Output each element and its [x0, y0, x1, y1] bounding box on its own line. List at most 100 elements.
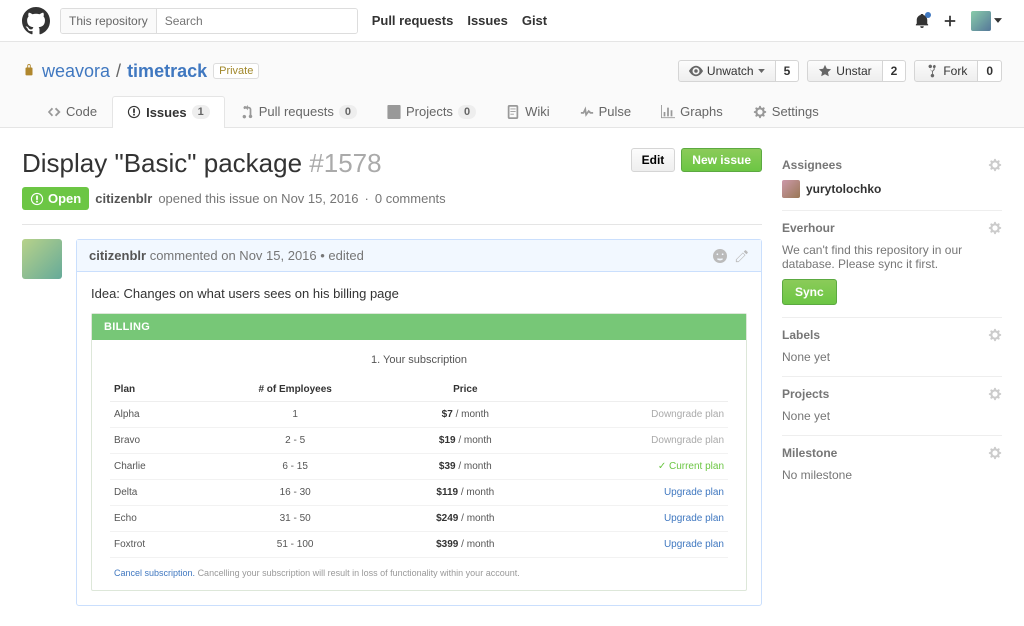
notifications-icon[interactable]	[915, 14, 929, 28]
issue-title: Display "Basic" package #1578	[22, 148, 382, 179]
tab-issues[interactable]: Issues1	[112, 96, 225, 128]
issue-number: #1578	[309, 148, 381, 178]
assignee-item[interactable]: yurytolochko	[782, 180, 1002, 198]
watch-button-group: Unwatch 5	[678, 60, 799, 82]
tab-projects[interactable]: Projects0	[372, 96, 491, 127]
table-row: Echo31 - 50$249 / monthUpgrade plan	[110, 506, 728, 532]
milestone-none: No milestone	[782, 468, 1002, 482]
search-scope[interactable]: This repository	[61, 9, 157, 33]
cancel-subscription-link[interactable]: Cancel subscription.	[114, 568, 195, 578]
plan-action: Downgrade plan	[651, 435, 724, 446]
repo-header: weavora / timetrack Private Unwatch 5	[0, 42, 1024, 128]
comment-edited-flag[interactable]: • edited	[320, 248, 364, 263]
unstar-button[interactable]: Unstar	[807, 60, 882, 82]
nav-gist[interactable]: Gist	[522, 13, 547, 28]
gear-icon[interactable]	[988, 328, 1002, 342]
tab-pull-requests[interactable]: Pull requests0	[225, 96, 372, 127]
issue-comments-count: 0 comments	[375, 191, 446, 206]
plan-name: Alpha	[110, 402, 201, 428]
star-count[interactable]: 2	[883, 60, 907, 82]
sync-button[interactable]: Sync	[782, 279, 837, 305]
private-badge: Private	[213, 63, 259, 79]
labels-none: None yet	[782, 350, 1002, 364]
github-logo-icon[interactable]	[22, 7, 50, 35]
plan-employees: 2 - 5	[201, 428, 388, 454]
edit-comment-icon[interactable]	[735, 249, 749, 263]
th-price: Price	[389, 378, 542, 402]
fork-count[interactable]: 0	[978, 60, 1002, 82]
tab-graphs[interactable]: Graphs	[646, 96, 738, 127]
billing-screenshot: BILLING 1. Your subscription Plan # of E…	[91, 313, 747, 591]
global-header: This repository Pull requests Issues Gis…	[0, 0, 1024, 42]
nav-pull-requests[interactable]: Pull requests	[372, 13, 454, 28]
everhour-heading: Everhour	[782, 221, 835, 235]
gear-icon[interactable]	[988, 158, 1002, 172]
plan-price: $7 / month	[389, 402, 542, 428]
plan-name: Delta	[110, 480, 201, 506]
repo-nav: Code Issues1 Pull requests0 Projects0 Wi…	[22, 96, 1002, 127]
plan-action[interactable]: Upgrade plan	[664, 539, 724, 550]
user-menu[interactable]	[971, 11, 1002, 31]
plan-price: $19 / month	[389, 428, 542, 454]
issue-author[interactable]: citizenblr	[95, 191, 152, 206]
th-plan: Plan	[110, 378, 201, 402]
plan-action[interactable]: Upgrade plan	[664, 487, 724, 498]
table-row: Charlie6 - 15$39 / month ✓ Current plan	[110, 454, 728, 480]
lock-icon	[22, 64, 36, 78]
plan-employees: 6 - 15	[201, 454, 388, 480]
plan-action[interactable]: Upgrade plan	[664, 513, 724, 524]
projects-none: None yet	[782, 409, 1002, 423]
avatar-icon	[971, 11, 991, 31]
projects-heading: Projects	[782, 387, 829, 401]
plan-employees: 1	[201, 402, 388, 428]
th-employees: # of Employees	[201, 378, 388, 402]
search-box: This repository	[60, 8, 358, 34]
cancel-subscription-row: Cancel subscription. Cancelling your sub…	[110, 558, 728, 582]
tab-code[interactable]: Code	[32, 96, 112, 127]
plan-action: Downgrade plan	[651, 409, 724, 420]
plan-name: Charlie	[110, 454, 201, 480]
star-button-group: Unstar 2	[807, 60, 906, 82]
labels-heading: Labels	[782, 328, 820, 342]
notification-dot-icon	[925, 12, 931, 18]
repo-name-link[interactable]: timetrack	[127, 61, 207, 82]
fork-button[interactable]: Fork	[914, 60, 978, 82]
repo-owner-link[interactable]: weavora	[42, 61, 110, 82]
plan-price: $399 / month	[389, 532, 542, 558]
plan-name: Bravo	[110, 428, 201, 454]
tab-settings[interactable]: Settings	[738, 96, 834, 127]
billing-subtitle: 1. Your subscription	[110, 354, 728, 366]
billing-title: BILLING	[92, 314, 746, 340]
nav-issues[interactable]: Issues	[467, 13, 507, 28]
edit-button[interactable]: Edit	[631, 148, 676, 172]
add-reaction-icon[interactable]	[713, 249, 727, 263]
everhour-text: We can't find this repository in our dat…	[782, 243, 1002, 271]
milestone-heading: Milestone	[782, 446, 837, 460]
gear-icon[interactable]	[988, 387, 1002, 401]
state-badge: Open	[22, 187, 89, 210]
fork-button-group: Fork 0	[914, 60, 1002, 82]
tab-pulse[interactable]: Pulse	[565, 96, 647, 127]
comment-author-avatar[interactable]	[22, 239, 62, 279]
plan-employees: 31 - 50	[201, 506, 388, 532]
comment-text: Idea: Changes on what users sees on his …	[91, 286, 747, 301]
issue-sidebar: Assignees yurytolochko Everhour We can't…	[782, 148, 1002, 606]
create-new-icon[interactable]	[943, 14, 957, 28]
tab-wiki[interactable]: Wiki	[491, 96, 565, 127]
comment-author-link[interactable]: citizenblr	[89, 248, 146, 263]
plan-employees: 51 - 100	[201, 532, 388, 558]
plan-name: Foxtrot	[110, 532, 201, 558]
unwatch-button[interactable]: Unwatch	[678, 60, 776, 82]
watch-count[interactable]: 5	[776, 60, 800, 82]
gear-icon[interactable]	[988, 221, 1002, 235]
comment: citizenblr commented on Nov 15, 2016 • e…	[76, 239, 762, 606]
table-row: Delta16 - 30$119 / monthUpgrade plan	[110, 480, 728, 506]
assignee-avatar-icon	[782, 180, 800, 198]
plan-action: ✓ Current plan	[658, 461, 724, 472]
search-input[interactable]	[157, 9, 357, 33]
plan-table: Plan # of Employees Price Alpha1$7 / mon…	[110, 378, 728, 558]
plan-name: Echo	[110, 506, 201, 532]
gear-icon[interactable]	[988, 446, 1002, 460]
new-issue-button[interactable]: New issue	[681, 148, 762, 172]
plan-price: $39 / month	[389, 454, 542, 480]
